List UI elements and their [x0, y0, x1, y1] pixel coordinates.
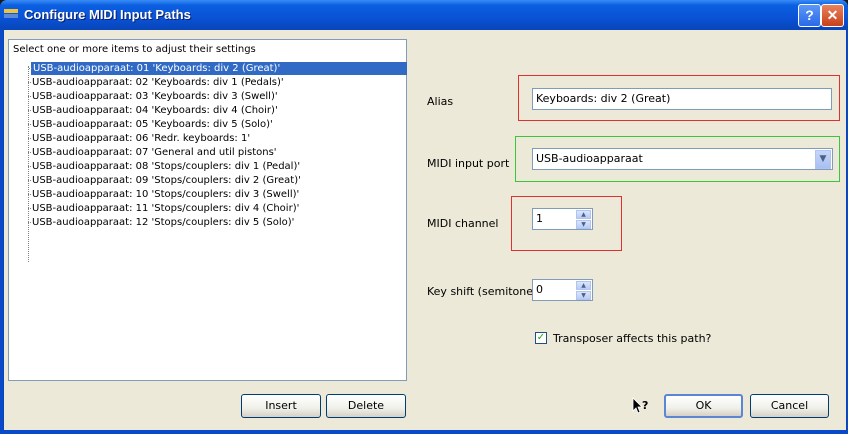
- keyshift-label: Key shift (semitones): [427, 285, 544, 298]
- transposer-checkbox[interactable]: ✓: [535, 332, 547, 344]
- tree-item[interactable]: USB-audioapparaat: 05 'Keyboards: div 5 …: [28, 118, 275, 131]
- spin-up-icon[interactable]: ▲: [576, 210, 591, 219]
- tree-item[interactable]: USB-audioapparaat: 12 'Stops/couplers: d…: [27, 216, 296, 229]
- dialog-window: Configure MIDI Input Paths ? ✕ Select on…: [0, 0, 848, 434]
- tree-item[interactable]: USB-audioapparaat: 07 'General and util …: [28, 146, 279, 159]
- chevron-down-icon[interactable]: ▼: [815, 150, 831, 169]
- delete-button[interactable]: Delete: [326, 394, 406, 418]
- tree-item[interactable]: USB-audioapparaat: 03 'Keyboards: div 3 …: [28, 90, 280, 103]
- channel-value: 1: [536, 212, 543, 225]
- tree-item[interactable]: USB-audioapparaat: 04 'Keyboards: div 4 …: [28, 104, 280, 117]
- window-border-bottom: [0, 430, 848, 434]
- channel-spin-buttons: ▲ ▼: [576, 210, 591, 229]
- insert-button[interactable]: Insert: [241, 394, 321, 418]
- title-bar[interactable]: Configure MIDI Input Paths ? ✕: [0, 0, 848, 30]
- port-select[interactable]: USB-audioapparaat ▼: [532, 148, 833, 170]
- channel-stepper[interactable]: 1 ▲ ▼: [532, 208, 593, 230]
- tree-item[interactable]: USB-audioapparaat: 02 'Keyboards: div 1 …: [28, 76, 286, 89]
- spin-down-icon[interactable]: ▼: [576, 291, 591, 300]
- window-title: Configure MIDI Input Paths: [24, 7, 191, 22]
- alias-label: Alias: [427, 95, 454, 108]
- transposer-label[interactable]: Transposer affects this path?: [553, 332, 711, 345]
- app-icon: [4, 9, 18, 18]
- list-header: Select one or more items to adjust their…: [13, 44, 256, 55]
- alias-input[interactable]: Keyboards: div 2 (Great): [532, 88, 832, 110]
- ok-button[interactable]: OK: [664, 394, 743, 418]
- tree-item[interactable]: USB-audioapparaat: 10 'Stops/couplers: d…: [27, 188, 301, 201]
- help-button[interactable]: ?: [798, 4, 821, 27]
- tree-item[interactable]: USB-audioapparaat: 08 'Stops/couplers: d…: [27, 160, 302, 173]
- close-button[interactable]: ✕: [821, 4, 844, 27]
- keyshift-value: 0: [536, 283, 543, 296]
- path-list[interactable]: Select one or more items to adjust their…: [8, 39, 407, 381]
- channel-label: MIDI channel: [427, 217, 499, 230]
- spin-down-icon[interactable]: ▼: [576, 220, 591, 229]
- svg-text:?: ?: [642, 399, 648, 412]
- tree-item[interactable]: USB-audioapparaat: 09 'Stops/couplers: d…: [28, 174, 303, 187]
- port-select-value: USB-audioapparaat: [536, 152, 643, 165]
- keyshift-stepper[interactable]: 0 ▲ ▼: [532, 279, 593, 301]
- tree-item[interactable]: USB-audioapparaat: 11 'Stops/couplers: d…: [27, 202, 301, 215]
- spin-up-icon[interactable]: ▲: [576, 281, 591, 290]
- whats-this-cursor-icon[interactable]: ?: [631, 396, 651, 416]
- port-label: MIDI input port: [427, 157, 510, 170]
- cancel-button[interactable]: Cancel: [750, 394, 829, 418]
- tree-item[interactable]: USB-audioapparaat: 06 'Redr. keyboards: …: [27, 132, 252, 145]
- tree-item[interactable]: USB-audioapparaat: 01 'Keyboards: div 2 …: [29, 62, 407, 75]
- keyshift-spin-buttons: ▲ ▼: [576, 281, 591, 300]
